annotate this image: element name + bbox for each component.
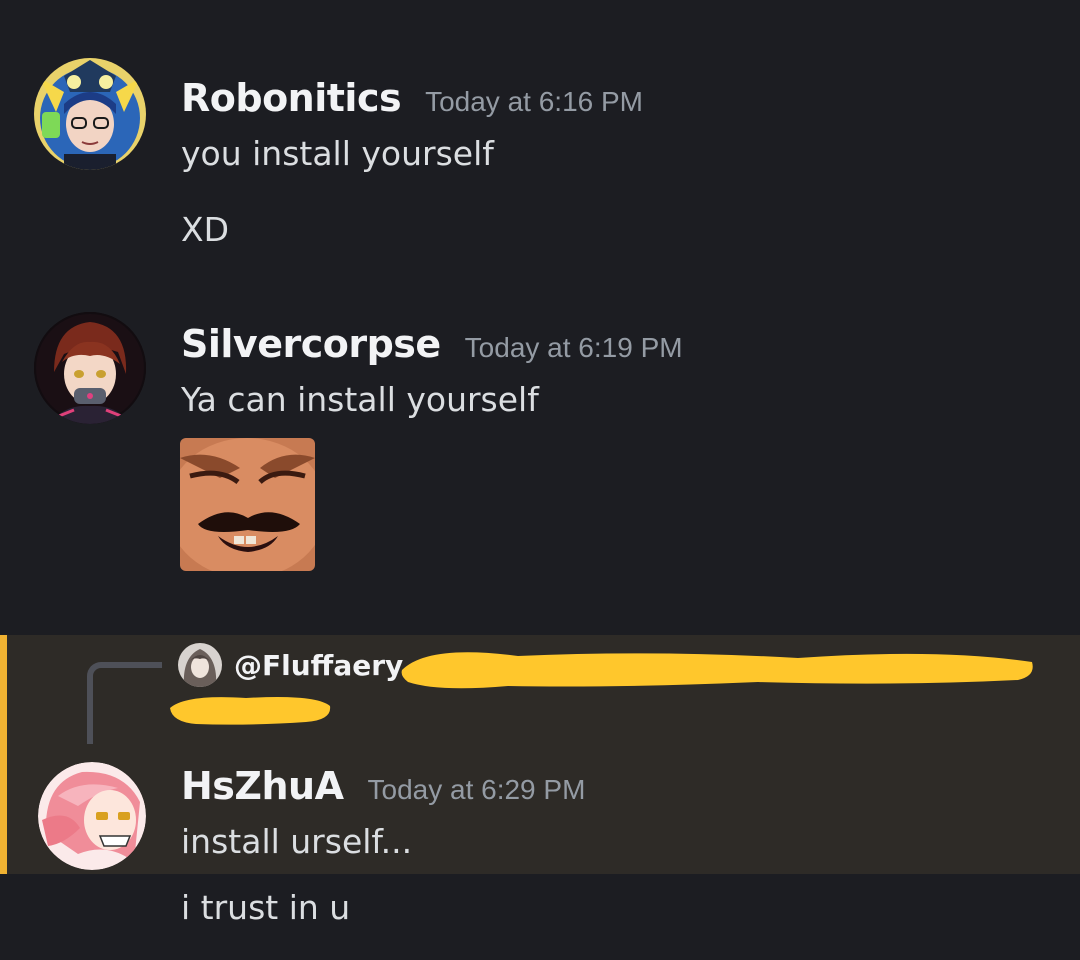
redaction-scribble [401,652,1033,689]
chat-messages: Robonitics Today at 6:16 PM you install … [0,0,1080,960]
username[interactable]: Silvercorpse [181,322,441,366]
timestamp[interactable]: Today at 6:19 PM [465,332,683,364]
reply-spine [87,662,162,744]
message-header: Robonitics Today at 6:16 PM [181,76,643,124]
timestamp[interactable]: Today at 6:16 PM [425,86,643,118]
avatar[interactable] [38,762,146,870]
message-text: i trust in u [181,888,351,927]
message-text: you install yourself [181,134,494,173]
laughing-man-emoji[interactable] [180,438,315,571]
reply-reference[interactable]: @Fluffaery [178,643,403,687]
message-group-robonitics: Robonitics Today at 6:16 PM you install … [0,0,1080,290]
redaction-scribble [170,697,331,725]
reply-avatar[interactable] [178,643,222,687]
avatar[interactable] [34,58,146,170]
reply-username[interactable]: @Fluffaery [234,649,403,682]
username[interactable]: HsZhuA [181,764,344,808]
message-text: Ya can install yourself [181,380,539,419]
message-group-hszhua: HsZhuA Today at 6:29 PM install urself..… [0,740,1080,960]
message-text: XD [181,210,230,249]
message-header: HsZhuA Today at 6:29 PM [181,764,585,812]
username[interactable]: Robonitics [181,76,402,120]
message-text: install urself... [181,822,413,861]
timestamp[interactable]: Today at 6:29 PM [368,774,586,806]
avatar[interactable] [34,312,146,424]
message-group-silvercorpse: Silvercorpse Today at 6:19 PM Ya can ins… [0,290,1080,610]
message-header: Silvercorpse Today at 6:19 PM [181,322,683,370]
